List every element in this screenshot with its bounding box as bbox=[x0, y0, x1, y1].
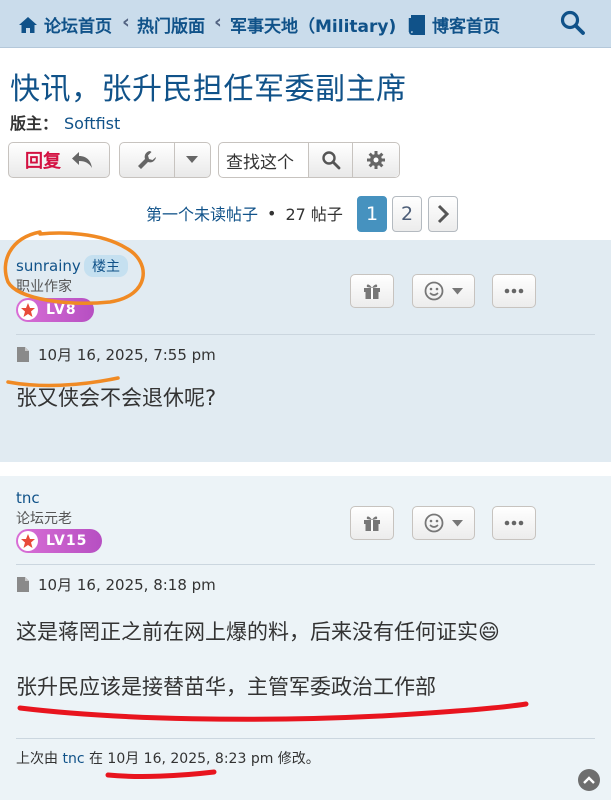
page-1-button[interactable]: 1 bbox=[357, 196, 387, 232]
topic-tools-dropdown[interactable] bbox=[119, 142, 211, 178]
moderator-label: 版主： bbox=[10, 114, 59, 133]
post: sunrainy 楼主 职业作家 LV8 10月 16, 2025, 7:55 … bbox=[0, 240, 611, 462]
star-icon bbox=[18, 300, 38, 320]
home-icon bbox=[19, 16, 37, 33]
breadcrumb-label: 博客首页 bbox=[432, 17, 500, 37]
level-badge: LV8 bbox=[16, 298, 94, 322]
topic-search-button[interactable] bbox=[309, 143, 353, 177]
divider bbox=[16, 564, 595, 565]
caret-down-icon bbox=[452, 519, 463, 526]
caret-down-icon bbox=[186, 156, 199, 163]
breadcrumb-hot-boards[interactable]: 热门版面 bbox=[137, 12, 205, 37]
chevron-left-icon: ‹ bbox=[122, 11, 130, 33]
edit-suffix: 修改。 bbox=[277, 751, 320, 767]
gear-icon bbox=[367, 151, 385, 169]
breadcrumb-blog-home[interactable]: 博客首页 bbox=[408, 12, 500, 37]
breadcrumb-forum-home[interactable]: 论坛首页 bbox=[18, 12, 112, 37]
edit-date: 10月 16, 2025, 8:23 pm bbox=[107, 751, 274, 767]
back-to-top-button[interactable] bbox=[578, 769, 600, 791]
user-rank: 论坛元老 bbox=[16, 511, 72, 527]
file-icon bbox=[17, 347, 29, 362]
top-navbar: 论坛首页 ‹ 热门版面 ‹ 军事天地（Military) 博客首页 bbox=[0, 0, 611, 48]
topic-search: 查找这个 bbox=[218, 142, 400, 178]
post-author[interactable]: sunrainy bbox=[16, 257, 81, 275]
post-content-line: 张升民应该是接替苗华，主管军委政治工作部 bbox=[16, 675, 436, 699]
chevron-up-icon bbox=[583, 776, 595, 784]
advanced-search-button[interactable] bbox=[353, 143, 399, 177]
star-icon bbox=[18, 531, 38, 551]
gift-button[interactable] bbox=[350, 274, 394, 308]
gift-icon bbox=[364, 284, 380, 299]
edit-author[interactable]: tnc bbox=[62, 751, 84, 767]
post-content: 张又侠会不会退休呢? bbox=[16, 386, 217, 410]
separator: • bbox=[267, 203, 277, 223]
edit-mid: 在 bbox=[88, 751, 103, 767]
reaction-dropdown[interactable] bbox=[412, 274, 475, 308]
book-icon bbox=[408, 14, 425, 35]
breadcrumb-label: 热门版面 bbox=[137, 17, 205, 37]
post-text: 这是蒋罔正之前在网上爆的料，后来没有任何证实 bbox=[16, 620, 478, 644]
breadcrumb-label: 论坛首页 bbox=[44, 17, 112, 37]
reply-button[interactable]: 回复 bbox=[8, 142, 110, 178]
smile-icon bbox=[424, 513, 444, 533]
breadcrumb-military[interactable]: 军事天地（Military) bbox=[230, 12, 396, 37]
page-2-button[interactable]: 2 bbox=[392, 196, 422, 232]
ellipsis-icon bbox=[504, 288, 524, 294]
search-icon bbox=[560, 10, 585, 35]
divider bbox=[16, 334, 595, 335]
moderator-info: 版主： Softfist bbox=[10, 110, 120, 134]
first-unread-link[interactable]: 第一个未读帖子 bbox=[146, 201, 258, 225]
more-options-button[interactable] bbox=[492, 274, 536, 308]
next-page-button[interactable] bbox=[428, 196, 458, 232]
edit-notice: 上次由 tnc 在 10月 16, 2025, 8:23 pm 修改。 bbox=[16, 748, 320, 768]
chevron-right-icon bbox=[437, 204, 450, 224]
grinning-emoji: 😄 bbox=[478, 620, 500, 644]
post-date: 10月 16, 2025, 8:18 pm bbox=[16, 574, 216, 595]
post: tnc 论坛元老 LV15 10月 16, 2025, 8:18 pm 这是蒋罔… bbox=[0, 476, 611, 800]
caret-down-icon bbox=[452, 287, 463, 294]
level-label: LV8 bbox=[46, 302, 77, 318]
moderator-name[interactable]: Softfist bbox=[64, 114, 120, 133]
topic-search-input[interactable]: 查找这个 bbox=[219, 143, 309, 177]
ellipsis-icon bbox=[504, 520, 524, 526]
search-icon bbox=[321, 151, 340, 170]
file-icon bbox=[17, 577, 29, 592]
reply-icon bbox=[72, 152, 92, 168]
pagination-info: 第一个未读帖子 • 27 帖子 bbox=[146, 201, 343, 225]
post-date: 10月 16, 2025, 7:55 pm bbox=[16, 344, 216, 365]
page-title[interactable]: 快讯，张升民担任军委副主席 bbox=[10, 64, 407, 108]
gift-icon bbox=[364, 516, 380, 531]
post-author[interactable]: tnc bbox=[16, 489, 40, 507]
wrench-icon bbox=[137, 151, 156, 169]
smile-icon bbox=[424, 281, 444, 301]
post-date-text[interactable]: 10月 16, 2025, 7:55 pm bbox=[38, 344, 216, 365]
user-rank: 职业作家 bbox=[16, 279, 72, 295]
breadcrumb-label: 军事天地（Military) bbox=[230, 17, 397, 37]
edit-prefix: 上次由 bbox=[16, 751, 58, 767]
more-options-button[interactable] bbox=[492, 506, 536, 540]
search-button[interactable] bbox=[559, 9, 587, 37]
level-label: LV15 bbox=[46, 533, 88, 549]
gift-button[interactable] bbox=[350, 506, 394, 540]
post-date-text[interactable]: 10月 16, 2025, 8:18 pm bbox=[38, 574, 216, 595]
post-count: 27 帖子 bbox=[285, 205, 343, 224]
op-badge: 楼主 bbox=[84, 255, 128, 277]
post-content-line: 这是蒋罔正之前在网上爆的料，后来没有任何证实😄 bbox=[16, 616, 500, 646]
level-badge: LV15 bbox=[16, 529, 102, 553]
chevron-left-icon: ‹ bbox=[214, 11, 222, 33]
reply-label: 回复 bbox=[25, 151, 61, 172]
reaction-dropdown[interactable] bbox=[412, 506, 475, 540]
divider bbox=[16, 738, 595, 739]
